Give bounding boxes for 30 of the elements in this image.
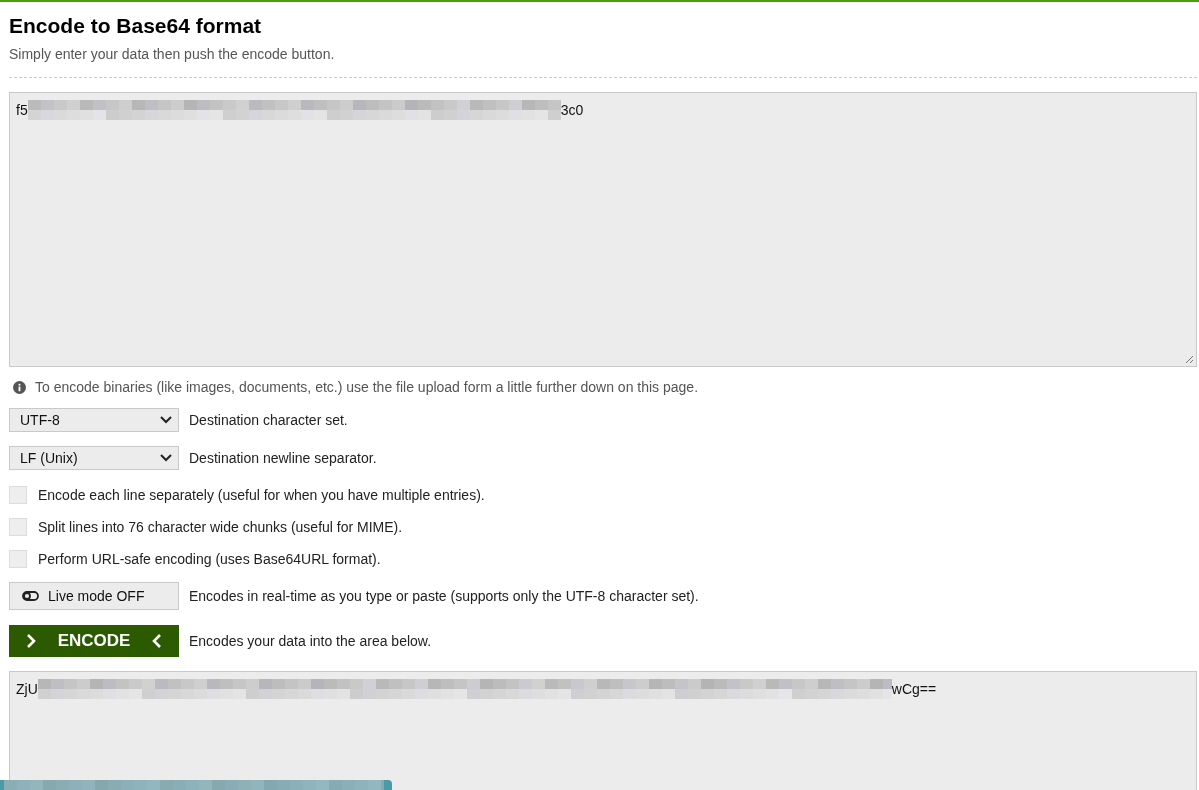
page-title: Encode to Base64 format (9, 13, 263, 39)
visible-text: 3c0 (560, 102, 584, 118)
chevron-down-icon (160, 416, 172, 424)
option-label: Encodes in real-time as you type or paste (supports only the UTF-8 character set). (189, 588, 699, 604)
checkbox[interactable] (9, 550, 27, 568)
output-textarea[interactable]: ZjU wCg== (9, 671, 1197, 790)
option-label: Destination newline separator. (189, 450, 377, 466)
option-label: Destination character set. (189, 412, 348, 428)
option-label: Encodes your data into the area below. (189, 633, 432, 649)
option-label: Encode each line separately (useful for when you have multiple entries). (38, 487, 485, 503)
visible-text: ZjU (16, 681, 38, 697)
select-dropdown[interactable]: UTF-8 (9, 408, 179, 432)
input-textarea[interactable]: f5 3c0 (9, 92, 1197, 367)
checkbox[interactable] (9, 486, 27, 504)
chevron-left-icon (152, 634, 162, 648)
resize-handle-icon[interactable] (1185, 355, 1194, 364)
info-icon (13, 380, 26, 394)
toggle-icon (22, 591, 39, 601)
page-subtitle: Simply enter your data then push the encode button. (9, 45, 336, 63)
option-label: Perform URL-safe encoding (uses Base64URL format). (38, 551, 381, 567)
checkbox[interactable] (9, 518, 27, 536)
chevron-right-icon (26, 634, 36, 648)
chevron-down-icon (160, 454, 172, 462)
visible-text: f5 (16, 102, 28, 118)
info-text: To encode binaries (like images, documents, etc.) use the file upload form a little further down on this page. (35, 379, 699, 395)
visible-text: wCg== (891, 681, 937, 697)
option-label: Split lines into 76 character wide chunks (useful for MIME). (38, 519, 403, 535)
select-dropdown[interactable]: LF (Unix) (9, 446, 179, 470)
live-mode-button[interactable]: Live mode OFF (9, 582, 179, 610)
encode-button[interactable]: ENCODE (9, 625, 179, 657)
